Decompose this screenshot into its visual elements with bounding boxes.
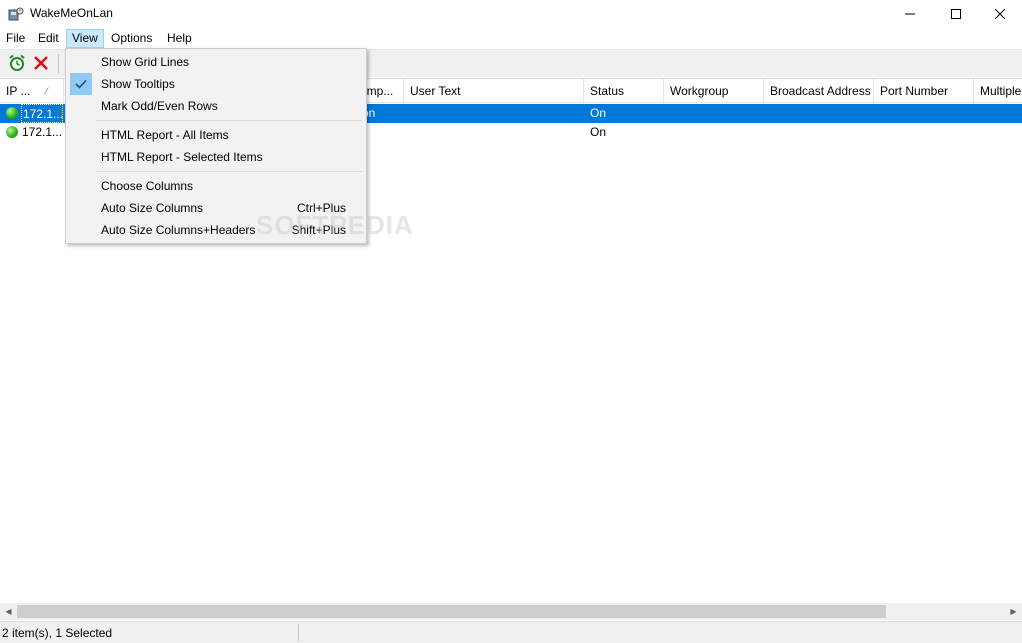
- cell-status: On: [590, 125, 607, 139]
- column-port-number[interactable]: Port Number: [874, 79, 974, 103]
- alarm-clock-icon: [8, 54, 26, 75]
- column-user-text[interactable]: User Text: [404, 79, 584, 103]
- menu-item-html-report-selected[interactable]: HTML Report - Selected Items: [68, 146, 364, 168]
- menu-help[interactable]: Help: [162, 29, 197, 48]
- sort-arrow-icon: ⁄: [46, 86, 48, 96]
- menu-item-label: Mark Odd/Even Rows: [101, 99, 218, 113]
- window-title: WakeMeOnLan: [30, 6, 113, 20]
- app-icon: [8, 6, 24, 22]
- close-button[interactable]: [977, 0, 1022, 28]
- column-user-text-label: User Text: [410, 84, 461, 98]
- menu-view[interactable]: View: [66, 29, 104, 48]
- status-separator: [298, 624, 299, 642]
- scrollbar-thumb[interactable]: [17, 605, 886, 618]
- menu-item-label: HTML Report - All Items: [101, 128, 229, 142]
- menu-edit[interactable]: Edit: [33, 29, 64, 48]
- column-multiple-label: Multiple: [980, 84, 1022, 98]
- menu-item-label: Show Tooltips: [101, 77, 175, 91]
- title-bar: WakeMeOnLan: [0, 0, 1022, 28]
- menu-item-show-grid-lines[interactable]: Show Grid Lines: [68, 51, 364, 73]
- menu-item-label: Show Grid Lines: [101, 55, 190, 69]
- menu-item-label: Auto Size Columns+Headers: [101, 223, 256, 237]
- menu-item-html-report-all[interactable]: HTML Report - All Items: [68, 124, 364, 146]
- horizontal-scrollbar[interactable]: ◀ ▶: [0, 603, 1022, 620]
- column-workgroup-label: Workgroup: [670, 84, 729, 98]
- toolbar-separator: [58, 54, 59, 74]
- maximize-button[interactable]: [933, 0, 979, 28]
- column-ip-label: IP ...: [6, 84, 31, 98]
- column-broadcast-address[interactable]: Broadcast Address: [764, 79, 874, 103]
- cell-ip: 172.1...: [22, 125, 63, 139]
- menu-item-show-tooltips[interactable]: Show Tooltips: [68, 73, 364, 95]
- cell-ip: 172.1...: [21, 104, 63, 123]
- menu-options[interactable]: Options: [106, 29, 157, 48]
- column-ip[interactable]: IP ... ⁄: [0, 79, 64, 103]
- watermark: SOFTPEDIA: [256, 210, 414, 240]
- delete-x-icon: [34, 55, 48, 73]
- cell-status: On: [590, 106, 607, 120]
- column-multiple[interactable]: Multiple: [974, 79, 1022, 103]
- column-status-label: Status: [590, 84, 625, 98]
- menu-separator: [96, 171, 362, 172]
- checkmark-icon: [70, 73, 92, 95]
- column-port-number-label: Port Number: [880, 84, 949, 98]
- status-text: 2 item(s), 1 Selected: [2, 626, 113, 640]
- menu-item-mark-odd-even-rows[interactable]: Mark Odd/Even Rows: [68, 95, 364, 117]
- column-status[interactable]: Status: [584, 79, 664, 103]
- cell-computer: on: [362, 106, 376, 120]
- menu-item-label: Auto Size Columns: [101, 201, 204, 215]
- menu-item-label: Choose Columns: [101, 179, 194, 193]
- app-window: WakeMeOnLan File Edit View Options Help: [0, 0, 1022, 643]
- menu-file[interactable]: File: [1, 29, 30, 48]
- menu-bar: File Edit View Options Help: [0, 28, 1022, 49]
- menu-separator: [96, 120, 362, 121]
- scroll-left-arrow-icon[interactable]: ◀: [0, 603, 17, 620]
- delete-button[interactable]: [31, 54, 51, 74]
- minimize-button[interactable]: [887, 0, 933, 28]
- online-status-icon: [6, 126, 18, 138]
- column-broadcast-address-label: Broadcast Address: [770, 84, 871, 98]
- wake-up-button[interactable]: [7, 54, 27, 74]
- scroll-right-arrow-icon[interactable]: ▶: [1005, 603, 1022, 620]
- menu-item-choose-columns[interactable]: Choose Columns: [68, 175, 364, 197]
- online-status-icon: [6, 107, 18, 119]
- column-workgroup[interactable]: Workgroup: [664, 79, 764, 103]
- status-bar: 2 item(s), 1 Selected: [0, 621, 1022, 643]
- menu-item-label: HTML Report - Selected Items: [101, 150, 263, 164]
